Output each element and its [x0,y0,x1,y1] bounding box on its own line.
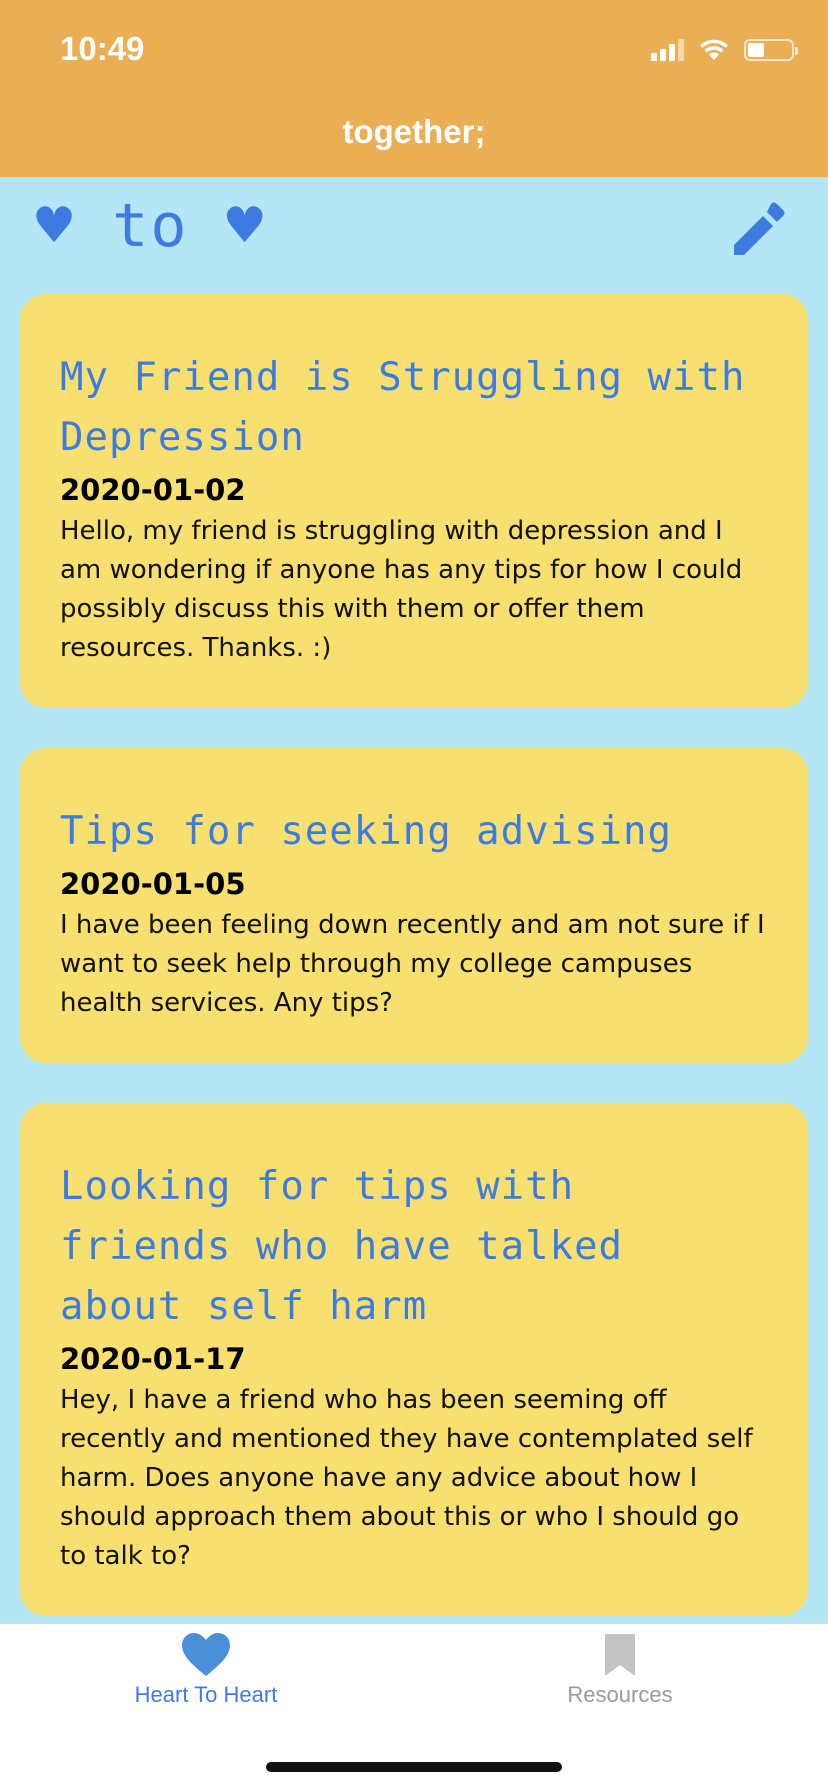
nav-title: together; [342,112,486,150]
post-date: 2020-01-17 [60,1342,246,1376]
post-date: 2020-01-02 [60,473,246,507]
tab-label: Heart To Heart [134,1682,278,1707]
home-indicator[interactable] [266,1762,562,1772]
post-title: Looking for tips with friends who have t… [60,1164,624,1329]
battery-icon [744,39,798,61]
status-time: 10:49 [60,30,145,67]
post-card[interactable]: Looking for tips with friends who have t… [20,1103,808,1616]
tab-resources[interactable]: Resources [470,1624,770,1734]
bookmark-icon [605,1634,635,1676]
heart-to-heart-logo: ♥ to ♥ [36,191,265,261]
status-icons [651,38,798,62]
post-title: Tips for seeking advising [60,809,672,854]
status-bar: 10:49 [0,0,828,100]
heart-icon [182,1633,230,1676]
navigation-bar: together; [0,100,828,177]
post-date: 2020-01-05 [60,867,246,901]
post-feed: My Friend is Struggling with Depression … [20,294,808,1656]
post-body: I have been feeling down recently and am… [60,910,765,1018]
wifi-icon [700,39,728,60]
feed-header: ♥ to ♥ [0,177,828,287]
post-body: Hello, my friend is struggling with depr… [60,516,743,663]
post-body: Hey, I have a friend who has been seemin… [60,1385,753,1571]
pencil-edit-icon[interactable] [726,195,792,261]
tab-label: Resources [567,1682,673,1707]
cellular-signal-icon [651,39,684,61]
post-card[interactable]: Tips for seeking advising 2020-01-05 I h… [20,748,808,1063]
post-title: My Friend is Struggling with Depression [60,355,746,460]
post-card[interactable]: My Friend is Struggling with Depression … [20,294,808,708]
tab-heart-to-heart[interactable]: Heart To Heart [56,1624,356,1734]
